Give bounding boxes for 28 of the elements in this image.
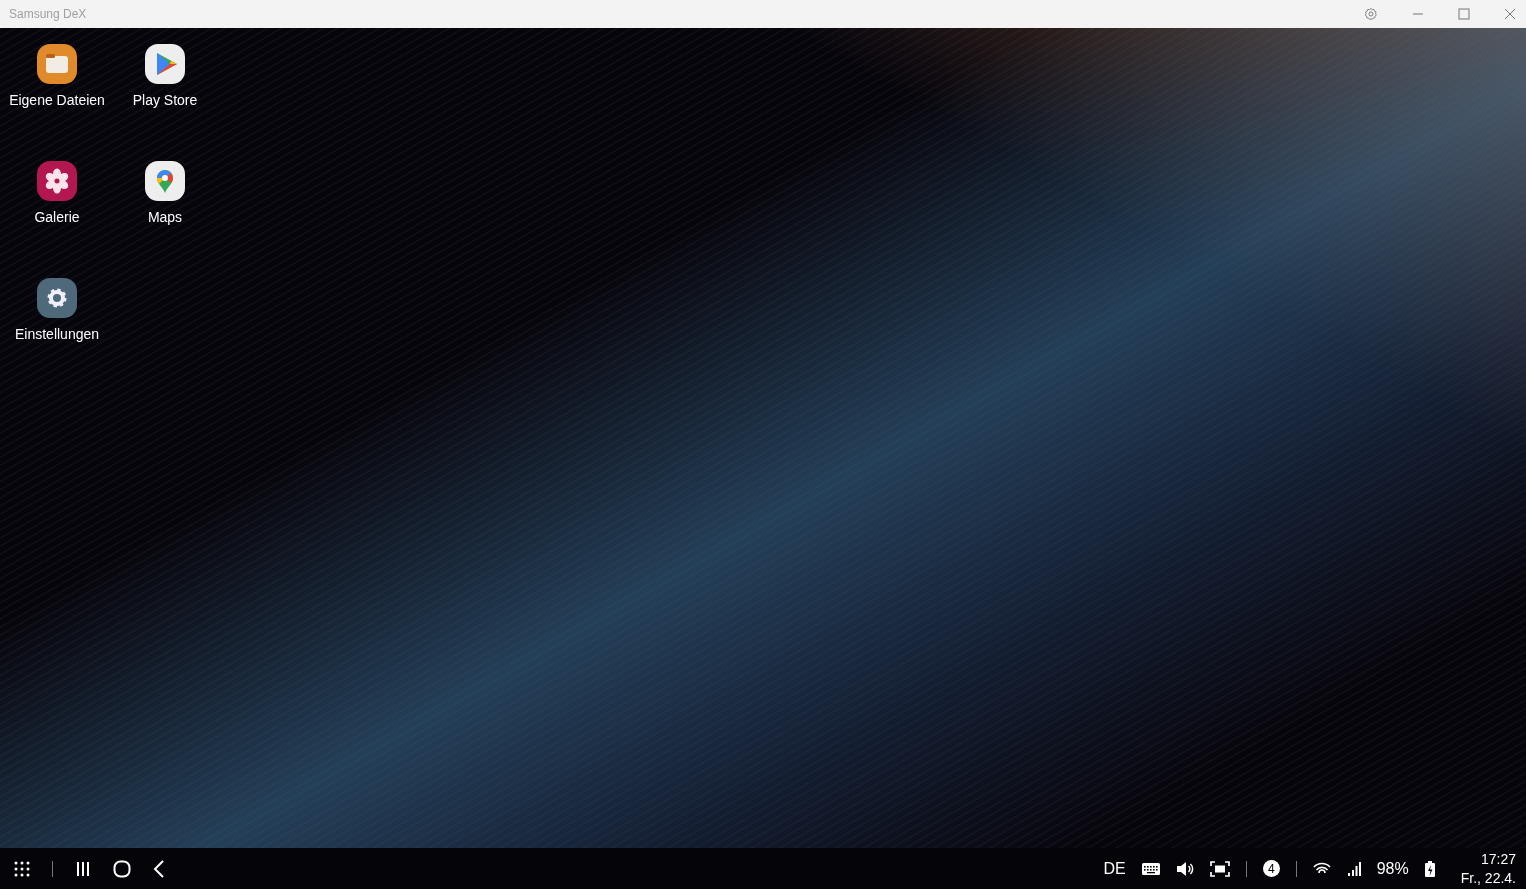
back-icon[interactable] bbox=[153, 859, 165, 878]
app-shortcut[interactable]: Play Store bbox=[111, 44, 219, 161]
app-shortcut[interactable]: Einstellungen bbox=[3, 278, 111, 395]
close-icon[interactable] bbox=[1504, 8, 1516, 20]
signal-icon bbox=[1346, 861, 1361, 876]
settings-icon[interactable] bbox=[1364, 7, 1378, 21]
wifi-icon bbox=[1312, 861, 1331, 876]
maximize-icon[interactable] bbox=[1458, 8, 1470, 20]
keyboard-icon[interactable] bbox=[1141, 862, 1160, 875]
app-shortcut[interactable]: Maps bbox=[111, 161, 219, 278]
notification-count[interactable]: 4 bbox=[1262, 860, 1280, 877]
battery-percentage: 98% bbox=[1376, 859, 1409, 878]
settings-icon bbox=[37, 278, 77, 318]
app-shortcut[interactable]: Eigene Dateien bbox=[3, 44, 111, 161]
apps-grid-icon[interactable] bbox=[14, 860, 30, 877]
home-icon[interactable] bbox=[113, 859, 131, 878]
clock-date: Fr., 22.4. bbox=[1460, 868, 1516, 888]
speaker-icon[interactable] bbox=[1175, 860, 1194, 877]
map-pin-icon bbox=[145, 161, 185, 201]
battery-charging-icon bbox=[1424, 860, 1435, 877]
screen-capture-icon[interactable] bbox=[1209, 860, 1230, 877]
folder-icon bbox=[37, 44, 77, 84]
clock-time: 17:27 bbox=[1480, 849, 1516, 869]
window-title: Samsung DeX bbox=[9, 7, 87, 21]
app-shortcut[interactable]: Galerie bbox=[3, 161, 111, 278]
recent-apps-icon[interactable] bbox=[75, 860, 91, 877]
language-indicator[interactable]: DE bbox=[1103, 859, 1126, 878]
flower-icon bbox=[37, 161, 77, 201]
